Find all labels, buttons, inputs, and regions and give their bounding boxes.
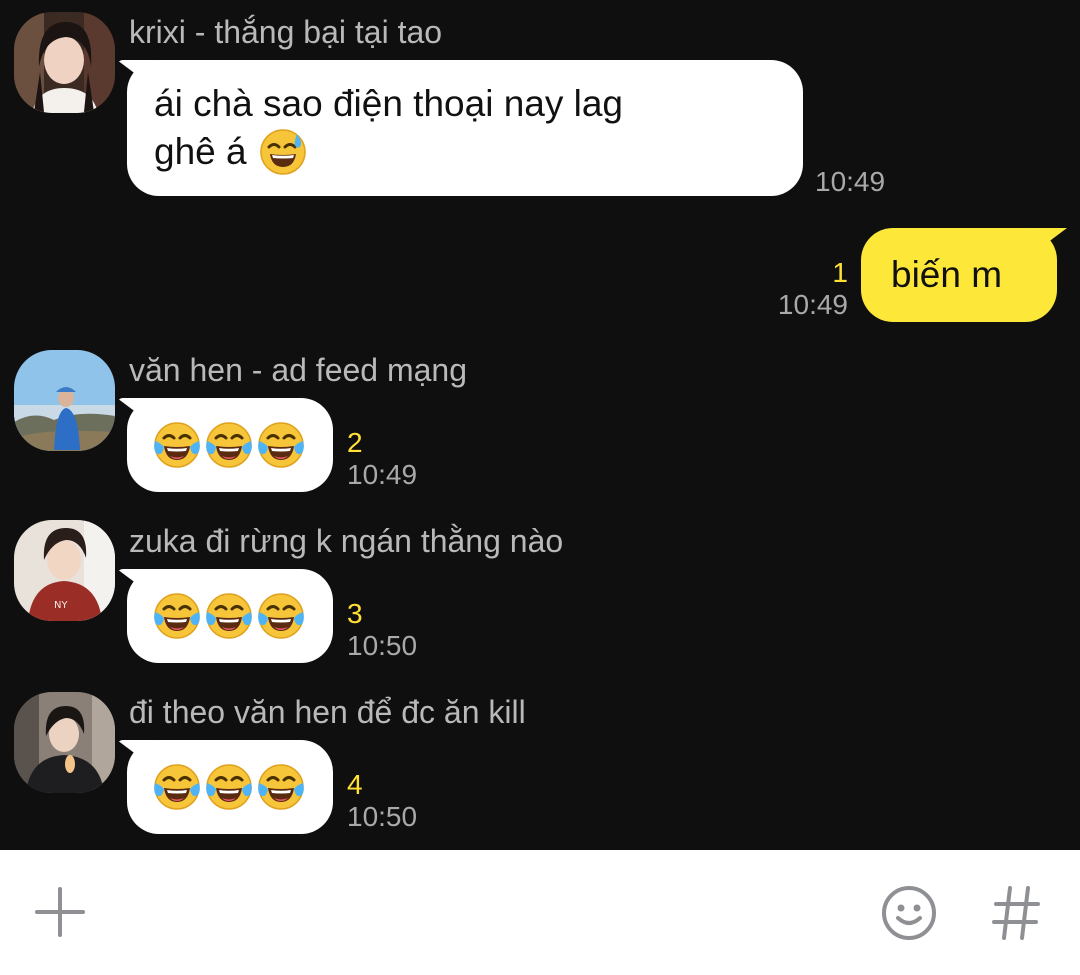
message-meta: 4 10:50	[347, 769, 417, 833]
emoji-group	[153, 763, 333, 811]
tears-of-joy-emoji	[205, 421, 253, 469]
timestamp: 10:50	[347, 630, 418, 661]
sender-name: zuka đi rừng k ngán thằng nào	[129, 523, 564, 559]
unread-count: 4	[347, 769, 363, 800]
tears-of-joy-emoji	[257, 421, 305, 469]
unread-count: 2	[347, 427, 363, 458]
avatar-user[interactable]	[14, 692, 115, 793]
tears-of-joy-emoji	[153, 421, 201, 469]
message-bubble-own[interactable]: biến m	[861, 228, 1057, 322]
avatar-krixi[interactable]	[14, 12, 115, 113]
message-meta: 2 10:49	[347, 427, 417, 491]
smiley-icon[interactable]	[880, 884, 938, 942]
hashtag-icon[interactable]	[990, 882, 1042, 944]
chat-message-list[interactable]: krixi - thắng bại tại tao ái chà sao điệ…	[0, 0, 1080, 850]
sender-name: đi theo văn hen để đc ăn kill	[129, 694, 526, 730]
emoji-group	[153, 592, 333, 640]
unread-count: 3	[347, 598, 363, 629]
tears-of-joy-emoji	[257, 763, 305, 811]
timestamp: 10:50	[347, 801, 418, 832]
tears-of-joy-emoji	[153, 592, 201, 640]
message-meta: 1 10:49	[770, 257, 848, 321]
tears-of-joy-emoji	[205, 763, 253, 811]
message-text: ái chà sao điện thoại nay lag	[154, 83, 624, 124]
timestamp: 10:49	[777, 289, 848, 320]
sender-name: văn hen - ad feed mạng	[129, 352, 468, 388]
message-bubble[interactable]	[127, 740, 333, 834]
message-text: biến m	[891, 254, 1003, 295]
message-meta: 10:49	[815, 166, 885, 198]
message-bubble[interactable]: ái chà sao điện thoại nay lag ghê á	[127, 60, 803, 196]
message-bubble[interactable]	[127, 398, 333, 492]
sweat-smile-emoji	[259, 128, 307, 176]
sender-name: krixi - thắng bại tại tao	[129, 14, 443, 50]
avatar-van-hen[interactable]	[14, 350, 115, 451]
svg-text:NY: NY	[54, 600, 68, 611]
tears-of-joy-emoji	[257, 592, 305, 640]
tears-of-joy-emoji	[153, 763, 201, 811]
unread-count: 1	[832, 257, 848, 288]
plus-icon[interactable]	[34, 886, 86, 938]
timestamp: 10:49	[815, 166, 886, 197]
emoji-group	[153, 421, 333, 469]
message-text: ghê á	[154, 131, 247, 172]
message-bubble[interactable]	[127, 569, 333, 663]
message-meta: 3 10:50	[347, 598, 417, 662]
tears-of-joy-emoji	[205, 592, 253, 640]
timestamp: 10:49	[347, 459, 418, 490]
avatar-zuka[interactable]: NY	[14, 520, 115, 621]
